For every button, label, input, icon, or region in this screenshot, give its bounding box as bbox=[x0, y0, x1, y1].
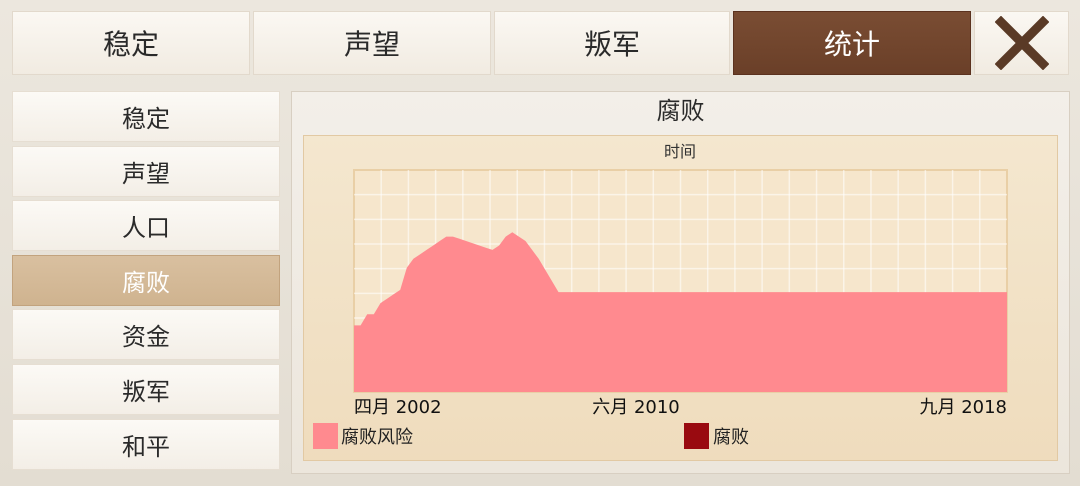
panel-title: 腐败 bbox=[656, 97, 705, 125]
tab-label: 统计 bbox=[823, 28, 880, 61]
tab-label: 稳定 bbox=[102, 28, 159, 61]
sidebar-item-rebels[interactable]: 叛军 bbox=[12, 364, 280, 415]
sidebar-item-peace[interactable]: 和平 bbox=[12, 419, 280, 470]
sidebar-item-population[interactable]: 人口 bbox=[12, 200, 280, 251]
corruption-chart: 时间 四月 2002 六月 2010 九月 2018 腐败风险 腐败 bbox=[313, 142, 1008, 449]
sidebar-item-label: 人口 bbox=[122, 214, 170, 242]
legend-label-corruption: 腐败 bbox=[713, 427, 749, 448]
legend-label-risk: 腐败风险 bbox=[341, 427, 413, 448]
close-icon bbox=[994, 16, 1049, 70]
tab-stability[interactable]: 稳定 bbox=[12, 11, 250, 75]
sidebar-item-label: 腐败 bbox=[122, 269, 170, 297]
legend: 腐败风险 腐败 bbox=[313, 423, 749, 449]
close-button[interactable] bbox=[974, 11, 1069, 75]
tab-label: 声望 bbox=[343, 28, 400, 61]
sidebar-item-funds[interactable]: 资金 bbox=[12, 309, 280, 360]
sidebar-item-stability[interactable]: 稳定 bbox=[12, 91, 280, 142]
chart-container: 时间 四月 2002 六月 2010 九月 2018 腐败风险 腐败 bbox=[303, 135, 1058, 461]
tab-prestige[interactable]: 声望 bbox=[253, 11, 491, 75]
sidebar-item-label: 和平 bbox=[122, 433, 170, 461]
sidebar-item-label: 叛军 bbox=[122, 378, 170, 406]
x-ticks: 四月 2002 六月 2010 九月 2018 bbox=[354, 397, 1007, 418]
sidebar-item-prestige[interactable]: 声望 bbox=[12, 146, 280, 197]
statistics-panel: 腐败 时间 四月 2002 六月 2010 九月 2018 腐败风险 腐败 bbox=[291, 91, 1070, 474]
tab-label: 叛军 bbox=[583, 28, 640, 61]
tab-statistics[interactable]: 统计 bbox=[733, 11, 971, 75]
x-axis-label: 时间 bbox=[664, 142, 696, 161]
x-tick-label: 九月 2018 bbox=[919, 397, 1007, 418]
x-tick-label: 四月 2002 bbox=[354, 397, 442, 418]
sidebar-item-label: 资金 bbox=[122, 323, 170, 351]
sidebar-item-corruption[interactable]: 腐败 bbox=[12, 255, 280, 306]
legend-swatch-risk bbox=[313, 423, 338, 449]
sidebar-item-label: 稳定 bbox=[122, 105, 170, 133]
tab-rebels[interactable]: 叛军 bbox=[494, 11, 730, 75]
x-tick-label: 六月 2010 bbox=[592, 397, 680, 418]
legend-swatch-corruption bbox=[684, 423, 709, 449]
sidebar-item-label: 声望 bbox=[122, 160, 170, 188]
